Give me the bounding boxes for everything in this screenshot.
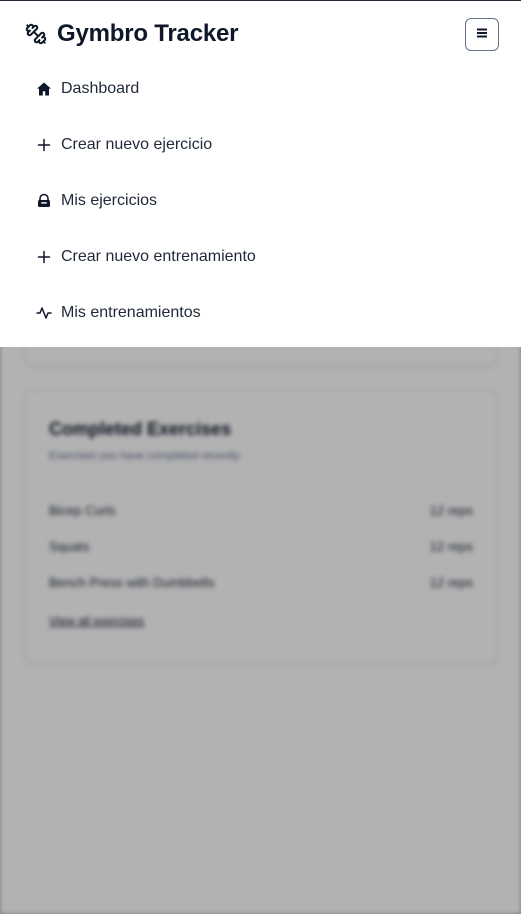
dumbbell-icon — [25, 23, 47, 45]
app-title: Gymbro Tracker — [57, 20, 239, 47]
nav-item-my-exercises[interactable]: Mis ejercicios — [35, 173, 256, 229]
nav-item-my-workouts[interactable]: Mis entrenamientos — [35, 285, 256, 341]
activity-icon — [35, 305, 52, 322]
nav-item-label: Crear nuevo entrenamiento — [61, 248, 256, 265]
nav-drawer: Gymbro Tracker Dashboard Crear nuevo eje… — [0, 0, 521, 347]
sidebar-nav: Dashboard Crear nuevo ejercicio Mis ejer… — [35, 61, 256, 341]
menu-toggle-button[interactable] — [465, 18, 499, 51]
hamburger-icon — [476, 26, 488, 44]
nav-item-label: Crear nuevo ejercicio — [61, 136, 213, 153]
home-icon — [35, 81, 52, 98]
nav-item-label: Mis ejercicios — [61, 192, 158, 209]
nav-item-dashboard[interactable]: Dashboard — [35, 61, 256, 117]
nav-item-label: Mis entrenamientos — [61, 304, 201, 321]
nav-item-label: Dashboard — [61, 80, 140, 97]
nav-item-create-workout[interactable]: Crear nuevo entrenamiento — [35, 229, 256, 285]
nav-item-create-exercise[interactable]: Crear nuevo ejercicio — [35, 117, 256, 173]
plus-icon — [35, 249, 52, 266]
plus-icon — [35, 137, 52, 154]
brand[interactable]: Gymbro Tracker — [25, 20, 238, 48]
bag-icon — [35, 193, 52, 210]
